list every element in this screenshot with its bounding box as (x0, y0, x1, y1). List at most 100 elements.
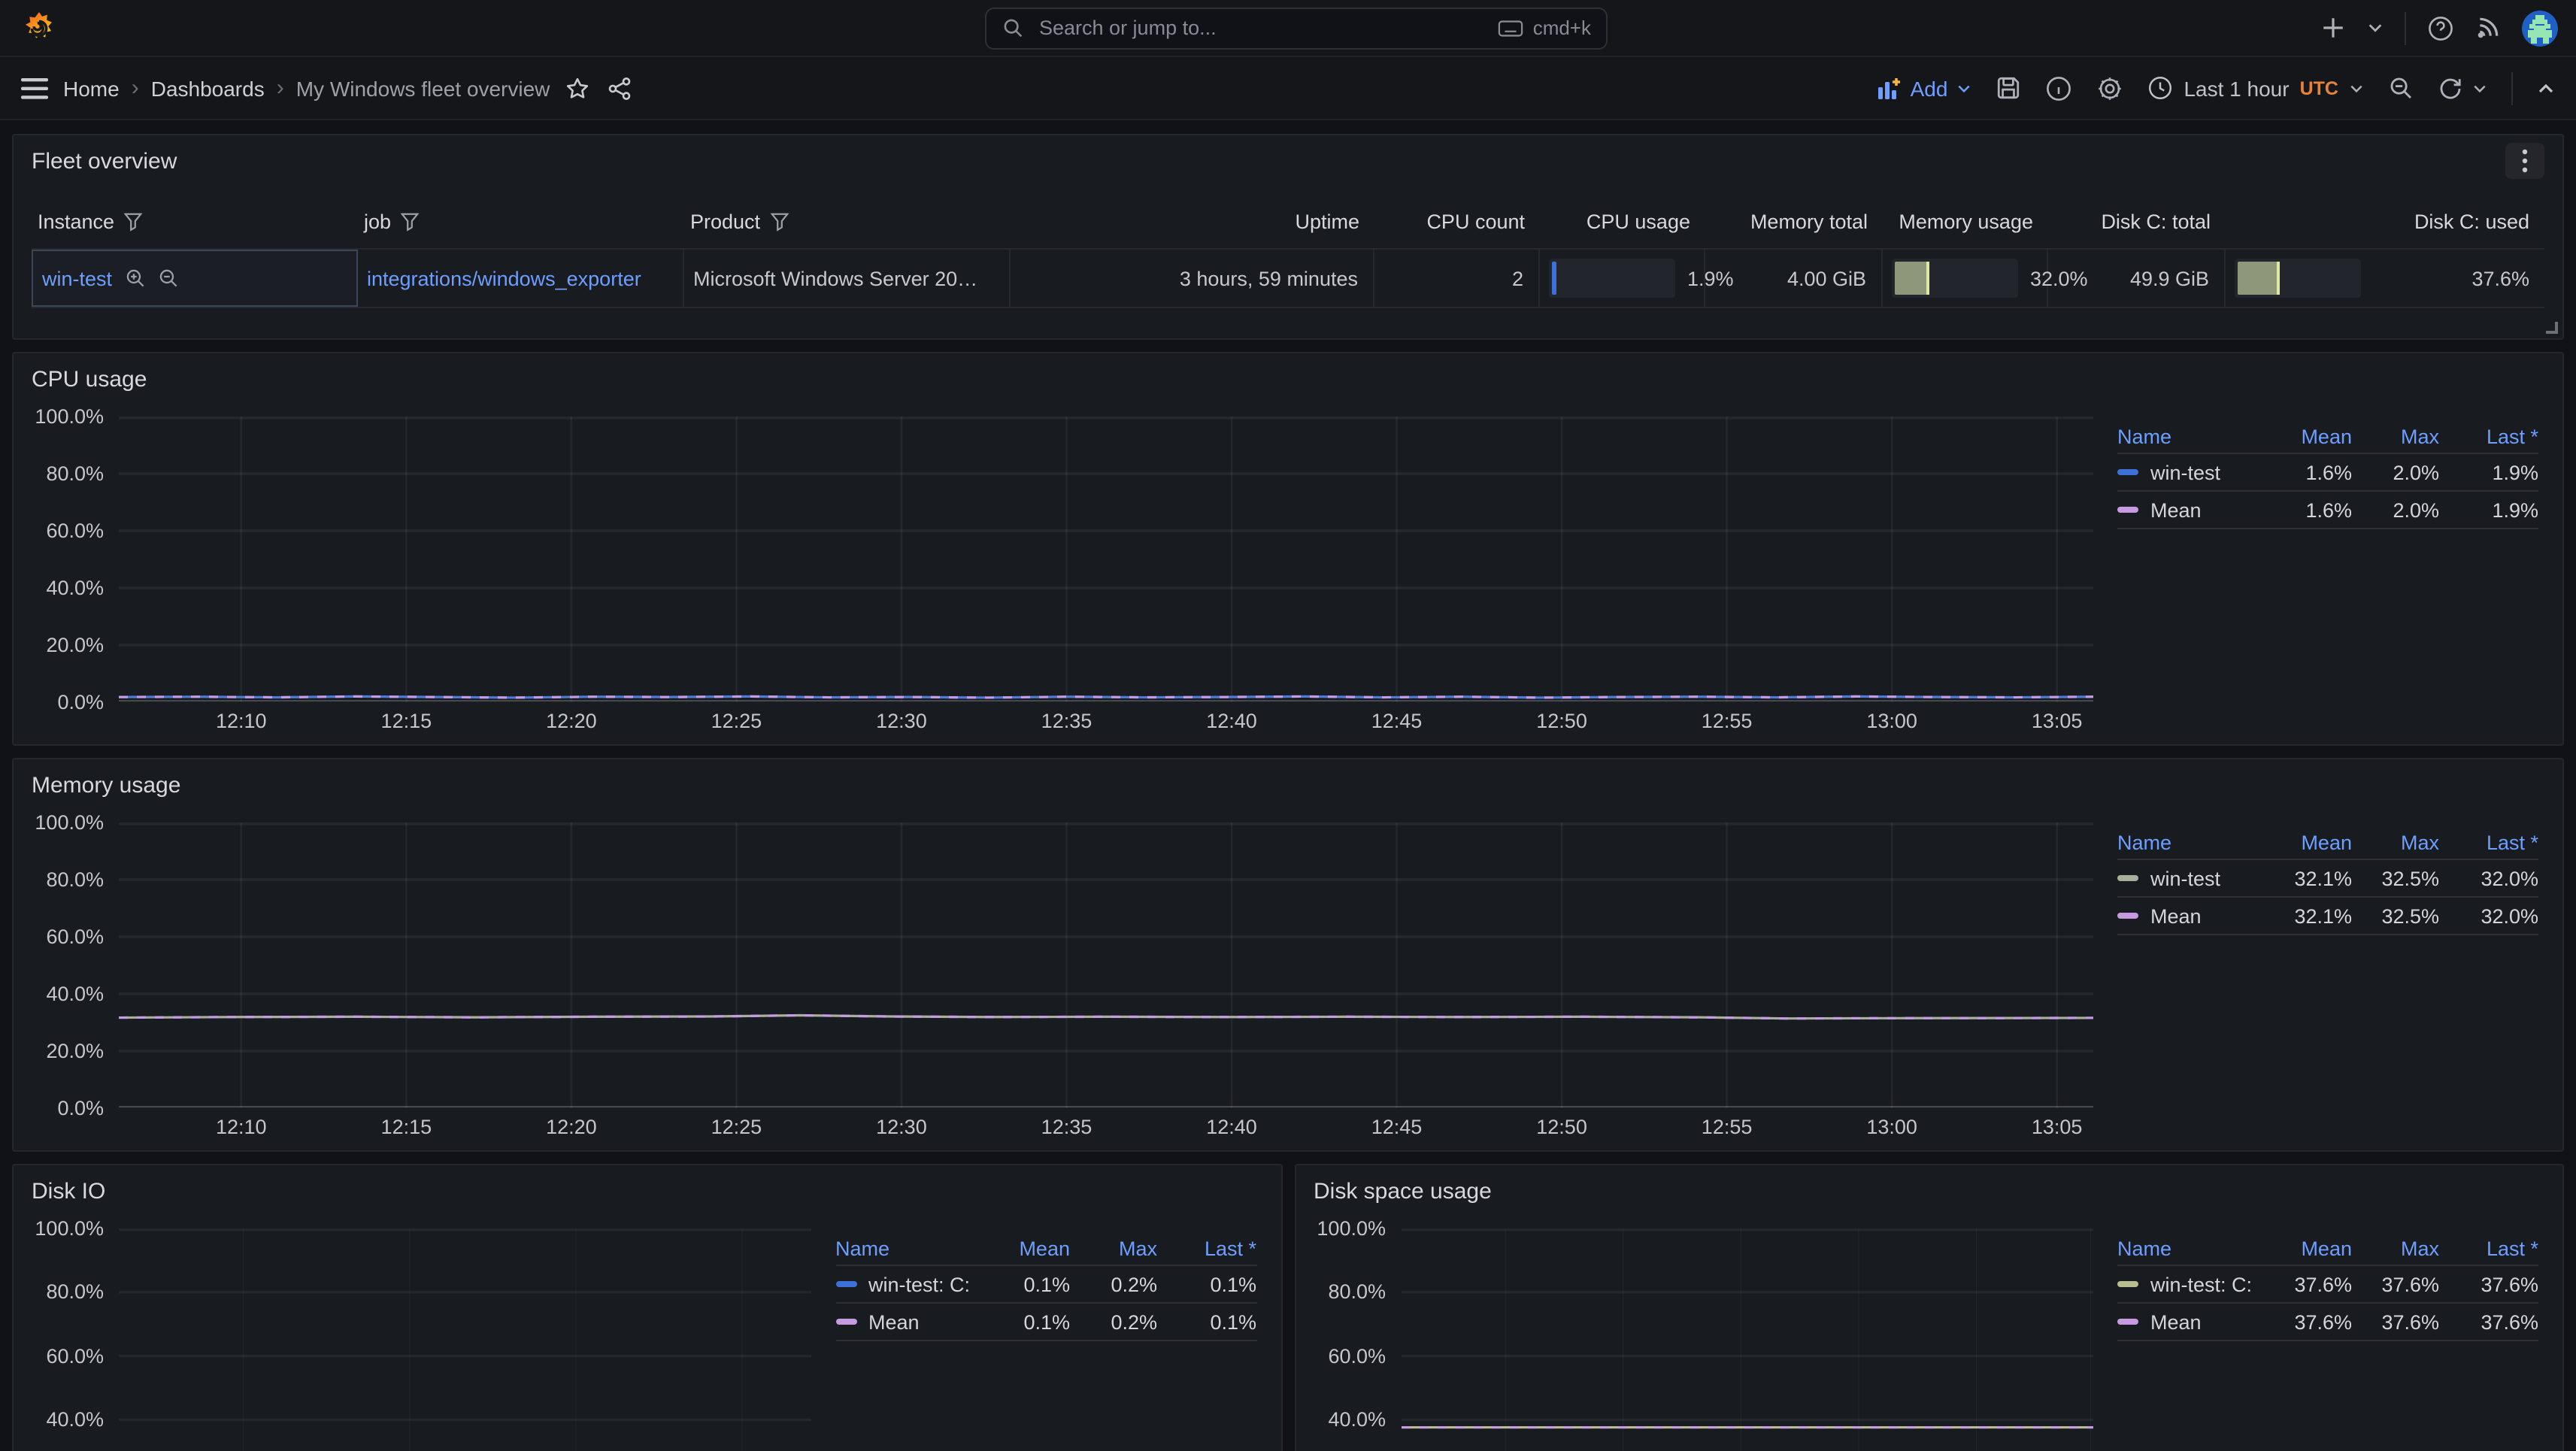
menu-hamburger-icon[interactable] (21, 77, 48, 98)
dashboard-settings-gear-icon[interactable] (2096, 74, 2123, 101)
series-swatch (2117, 875, 2138, 881)
instance-link[interactable]: win-test (42, 267, 112, 289)
filter-icon[interactable] (769, 212, 789, 232)
disk-space-chart-plot[interactable] (1401, 1228, 2093, 1451)
add-graph-icon (1877, 76, 1902, 100)
breadcrumb-home[interactable]: Home (63, 76, 120, 100)
time-range-picker[interactable]: Last 1 hour UTC (2147, 75, 2364, 101)
column-header-disk-used[interactable]: Disk C: used (2226, 204, 2544, 248)
memory-total-cell: 4.00 GiB (1705, 250, 1883, 307)
legend-header-max[interactable]: Max (1070, 1237, 1157, 1259)
series-swatch (835, 1319, 856, 1325)
legend-header-mean[interactable]: Mean (2256, 831, 2352, 853)
series-swatch (835, 1281, 856, 1287)
column-header-cpu-usage[interactable]: CPU usage (1540, 204, 1705, 248)
legend-header-name[interactable]: Name (835, 1237, 974, 1259)
instance-cell[interactable]: win-test (32, 250, 358, 307)
uptime-cell: 3 hours, 59 minutes (1011, 250, 1374, 307)
new-item-chevron-down-icon[interactable] (2367, 20, 2384, 36)
help-icon[interactable] (2427, 14, 2454, 41)
series-name[interactable]: Mean (2150, 498, 2202, 521)
clock-icon (2147, 75, 2173, 101)
job-cell[interactable]: integrations/windows_exporter (358, 250, 684, 307)
collapse-toolbar-caret-icon[interactable] (2537, 79, 2555, 97)
favorite-star-icon[interactable] (565, 76, 589, 100)
filter-icon[interactable] (123, 212, 143, 232)
disk-space-y-axis: 100.0% 80.0% 60.0% 40.0% 20.0% (1314, 1210, 1401, 1451)
product-cell: Microsoft Windows Server 20… (684, 250, 1011, 307)
series-name[interactable]: win-test: C: (868, 1273, 970, 1295)
series-name[interactable]: Mean (2150, 1310, 2202, 1333)
column-header-disk-total[interactable]: Disk C: total (2048, 204, 2226, 248)
global-search[interactable]: cmd+k (985, 7, 1608, 49)
news-rss-icon[interactable] (2475, 15, 2501, 41)
series-name[interactable]: Mean (868, 1310, 920, 1333)
refresh-icon[interactable] (2438, 75, 2463, 101)
series-name[interactable]: win-test: C: (2150, 1273, 2252, 1295)
series-name[interactable]: Mean (2150, 904, 2202, 927)
dashboard-toolbar: Home › Dashboards › My Windows fleet ove… (0, 57, 2576, 120)
legend-row: win-test: C: 37.6% 37.6% 37.6% (2117, 1265, 2538, 1302)
memory-usage-gauge (1892, 259, 2018, 298)
panel-title: Fleet overview (32, 148, 177, 174)
share-icon[interactable] (607, 76, 631, 100)
series-name[interactable]: win-test (2150, 867, 2220, 889)
zoom-in-icon[interactable] (124, 268, 145, 289)
top-bar: cmd+k (0, 0, 2576, 57)
legend-header-max[interactable]: Max (2352, 425, 2439, 447)
breadcrumb-separator: › (132, 75, 139, 101)
legend-header-max[interactable]: Max (2352, 1237, 2439, 1259)
zoom-out-icon[interactable] (157, 268, 178, 289)
refresh-interval-chevron-icon[interactable] (2472, 80, 2487, 95)
add-chevron-down-icon (1956, 80, 1971, 95)
column-header-cpu-count[interactable]: CPU count (1374, 204, 1540, 248)
time-chevron-down-icon (2349, 80, 2364, 95)
legend-header-mean[interactable]: Mean (2256, 1237, 2352, 1259)
breadcrumb-separator: › (277, 75, 284, 101)
disk-used-value: 37.6% (2373, 267, 2529, 289)
panel-resize-handle[interactable] (2546, 322, 2558, 334)
filter-icon[interactable] (400, 212, 420, 232)
breadcrumb: Home › Dashboards › My Windows fleet ove… (63, 75, 550, 101)
cpu-y-axis: 100.0% 80.0% 60.0% 40.0% 20.0% 0.0% (32, 398, 119, 735)
breadcrumb-current: My Windows fleet overview (296, 76, 550, 100)
column-header-uptime[interactable]: Uptime (1011, 204, 1374, 248)
save-dashboard-icon[interactable] (1996, 75, 2021, 101)
user-avatar[interactable] (2522, 10, 2558, 46)
memory-chart-plot[interactable] (119, 822, 2093, 1108)
cpu-chart-plot[interactable] (119, 417, 2093, 702)
disk-io-chart-plot[interactable] (119, 1228, 811, 1451)
column-header-memory-usage[interactable]: Memory usage (1883, 204, 2048, 248)
legend-header-last[interactable]: Last * (2439, 425, 2538, 447)
legend-row: Mean 0.1% 0.2% 0.1% (835, 1302, 1256, 1340)
legend-header-mean[interactable]: Mean (974, 1237, 1070, 1259)
cpu-x-axis: 12:10 12:15 12:20 12:25 12:30 12:35 12:4… (119, 702, 2093, 735)
legend-row: Mean 1.6% 2.0% 1.9% (2117, 490, 2538, 528)
panel-menu-kebab-icon[interactable] (2505, 143, 2544, 179)
disk-used-gauge (2235, 259, 2361, 298)
zoom-out-time-icon[interactable] (2388, 75, 2414, 101)
panel-fleet-overview: Fleet overview Instance jo (12, 134, 2564, 340)
legend-header-name[interactable]: Name (2117, 831, 2256, 853)
legend-header-name[interactable]: Name (2117, 1237, 2256, 1259)
search-input[interactable] (1036, 15, 1487, 41)
legend-header-max[interactable]: Max (2352, 831, 2439, 853)
grafana-logo-icon[interactable] (21, 10, 57, 46)
column-header-product[interactable]: Product (684, 204, 1011, 248)
job-link[interactable]: integrations/windows_exporter (367, 267, 641, 289)
legend-header-last[interactable]: Last * (1157, 1237, 1256, 1259)
column-header-job[interactable]: job (358, 204, 684, 248)
disk-space-legend: Name Mean Max Last * win-test: C: 37.6% … (2093, 1210, 2544, 1451)
dashboard-insights-icon[interactable] (2045, 74, 2072, 101)
legend-header-last[interactable]: Last * (2439, 1237, 2538, 1259)
legend-header-name[interactable]: Name (2117, 425, 2256, 447)
column-header-memory-total[interactable]: Memory total (1705, 204, 1883, 248)
new-item-button[interactable] (2320, 15, 2346, 41)
legend-header-last[interactable]: Last * (2439, 831, 2538, 853)
series-name[interactable]: win-test (2150, 461, 2220, 483)
disk-total-cell: 49.9 GiB (2048, 250, 2226, 307)
column-header-instance[interactable]: Instance (32, 204, 358, 248)
breadcrumb-dashboards[interactable]: Dashboards (151, 76, 265, 100)
legend-header-mean[interactable]: Mean (2256, 425, 2352, 447)
add-panel-button[interactable]: Add (1877, 76, 1972, 100)
